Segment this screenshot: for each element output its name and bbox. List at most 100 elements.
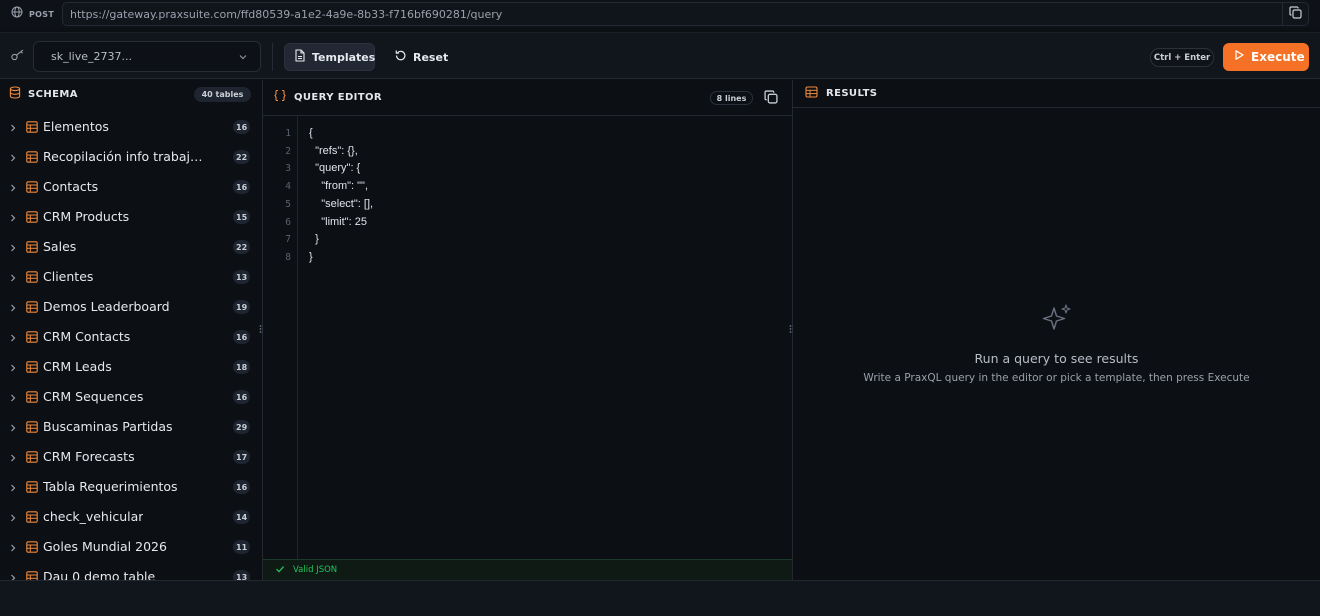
schema-table-item[interactable]: Elementos 16 [0,112,262,142]
table-name: Clientes [43,269,94,284]
schema-table-item[interactable]: CRM Sequences 16 [0,382,262,412]
schema-table-item[interactable]: Buscaminas Partidas 29 [0,412,262,442]
table-name: CRM Forecasts [43,449,135,464]
toolbar-divider [272,43,273,71]
table-icon [26,541,38,557]
footer-bar [0,580,1320,616]
table-name: Elementos [43,119,109,134]
schema-table-item[interactable]: Dau 0 demo table 13 [0,562,262,580]
globe-icon [11,6,23,22]
schema-table-item[interactable]: check_vehicular 14 [0,502,262,532]
table-name: Goles Mundial 2026 [43,539,167,554]
code-line: "from": "", [309,180,369,193]
api-key-select[interactable]: sk_live_2737... [33,41,261,72]
schema-table-item[interactable]: CRM Leads 18 [0,352,262,382]
column-count-badge: 18 [233,360,251,374]
chevron-right-icon[interactable] [9,542,17,557]
chevron-right-icon[interactable] [9,242,17,257]
column-count-badge: 16 [233,390,251,404]
line-number-gutter: 1 2 3 4 5 6 7 8 [263,116,298,559]
code-line: "limit": 25 [309,215,367,228]
column-count-badge: 14 [233,510,251,524]
column-count-badge: 22 [233,150,251,164]
chevron-right-icon[interactable] [9,212,17,227]
table-name: Buscaminas Partidas [43,419,173,434]
query-editor-panel: QUERY EDITOR 1 2 3 4 5 6 7 8 { "refs": {}, "que… [263,80,793,580]
play-icon [1233,49,1245,65]
column-count-badge: 15 [233,210,251,224]
schema-table-item[interactable]: Clientes 13 [0,262,262,292]
schema-table-item[interactable]: Tabla Requerimientos 16 [0,472,262,502]
schema-table-item[interactable]: Recopilación info trabajadores 22 [0,142,262,172]
results-header: RESULTS [793,80,1320,108]
schema-title: SCHEMA [28,88,78,100]
line-number: 7 [285,234,291,246]
chevron-right-icon[interactable] [9,362,17,377]
templates-label: Templates [312,50,376,64]
copy-icon [1289,5,1302,23]
chevron-right-icon[interactable] [9,512,17,527]
schema-table-item[interactable]: Contacts 16 [0,172,262,202]
schema-table-item[interactable]: Sales 22 [0,232,262,262]
code-line: "query": { [309,162,361,175]
chevron-right-icon[interactable] [9,332,17,347]
table-name: Contacts [43,179,99,194]
table-name: CRM Leads [43,359,112,374]
chevron-right-icon[interactable] [9,392,17,407]
schema-table-item[interactable]: Goles Mundial 2026 11 [0,532,262,562]
table-icon [26,481,38,497]
table-icon [26,121,38,137]
braces-icon [274,89,286,106]
chevron-right-icon[interactable] [9,482,17,497]
chevron-right-icon[interactable] [9,152,17,167]
table-name: Dau 0 demo table [43,569,156,580]
empty-subtitle: Write a PraxQL query in the editor or pi… [863,372,1250,384]
chevron-right-icon[interactable] [9,302,17,317]
chevron-right-icon[interactable] [9,572,17,580]
table-icon [26,331,38,347]
column-count-badge: 11 [233,540,251,554]
table-name: Sales [43,239,77,254]
execute-button[interactable]: Execute [1223,43,1309,71]
chevron-right-icon[interactable] [9,272,17,287]
schema-table-item[interactable]: CRM Products 15 [0,202,262,232]
table-icon [26,421,38,437]
chevron-right-icon[interactable] [9,182,17,197]
file-icon [294,48,306,66]
templates-button[interactable]: Templates [284,43,375,71]
execute-label: Execute [1251,50,1305,64]
column-count-badge: 17 [233,450,251,464]
line-number: 8 [285,251,291,263]
empty-title: Run a query to see results [974,351,1139,366]
line-number: 3 [285,163,291,175]
editor-title: QUERY EDITOR [294,92,383,103]
line-number: 5 [285,198,291,210]
code-line: { [309,127,313,139]
copy-url-button[interactable] [1282,2,1308,26]
column-count-badge: 16 [233,120,251,134]
url-field[interactable]: https://gateway.praxsuite.com/ffd80539-a… [62,2,1309,26]
table-icon [26,211,38,227]
copy-code-button[interactable] [764,90,778,108]
table-icon [26,181,38,197]
chevron-right-icon[interactable] [9,452,17,467]
database-icon [9,85,21,103]
schema-table-item[interactable]: CRM Contacts 16 [0,322,262,352]
column-count-badge: 19 [233,300,251,314]
request-method[interactable]: POST [0,6,62,22]
table-name: Tabla Requerimientos [43,479,178,494]
schema-panel: SCHEMA 40 tables Elementos 16 Recopilación… [0,80,263,580]
reset-label: Reset [413,50,449,64]
line-number: 6 [285,216,291,228]
validation-status: Valid JSON [263,559,792,580]
results-panel: RESULTS Run a query to see results Write… [793,80,1320,580]
chevron-right-icon[interactable] [9,422,17,437]
table-icon [26,451,38,467]
schema-table-item[interactable]: Demos Leaderboard 19 [0,292,262,322]
chevron-right-icon[interactable] [9,122,17,137]
schema-table-item[interactable]: CRM Forecasts 17 [0,442,262,472]
table-icon [26,361,38,377]
code-line: } [309,250,313,263]
reset-button[interactable]: Reset [394,43,448,71]
table-count-badge: 40 tables [194,87,251,102]
